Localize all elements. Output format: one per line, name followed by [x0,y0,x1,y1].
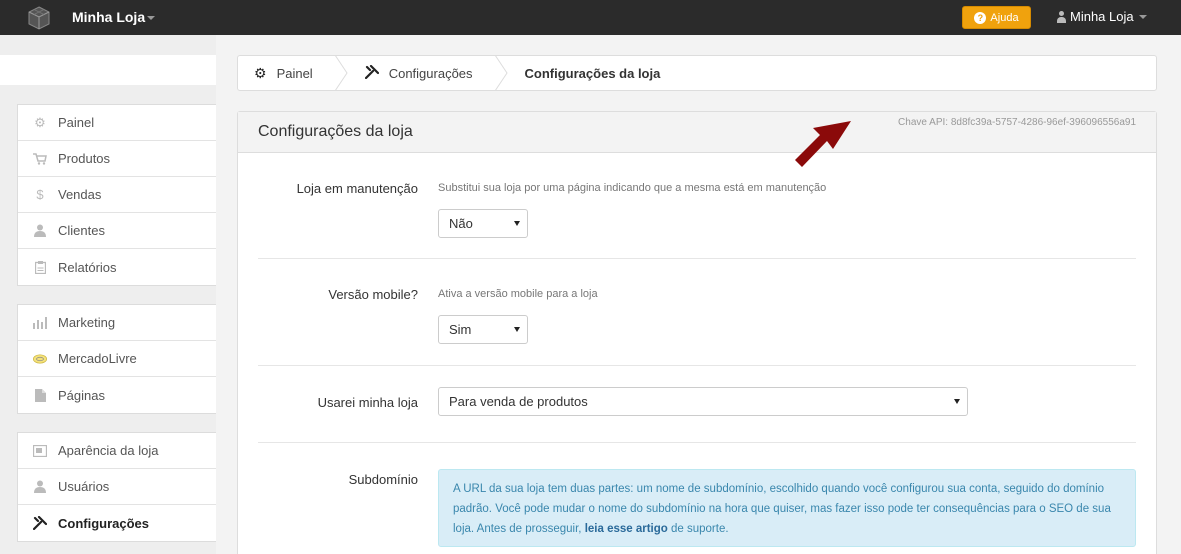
sidebar-item-label: Relatórios [58,259,117,275]
api-key: Chave API: 8d8fc39a-5757-4286-96ef-39609… [898,117,1136,128]
sidebar-item-usuarios[interactable]: Usuários [18,469,216,505]
sidebar-item-label: Clientes [58,223,105,238]
sidebar-item-label: Usuários [58,479,110,494]
support-article-link[interactable]: leia esse artigo [585,523,668,535]
wrench-icon [33,516,47,530]
subdomain-info-box: A URL da sua loja tem duas partes: um no… [438,469,1136,547]
breadcrumb-current: Configurações da loja [509,56,683,90]
user-menu-label: Minha Loja [1070,9,1134,24]
mobile-value: Sim [449,322,472,337]
form-row-usage: Usarei minha loja Para venda de produtos [258,366,1136,443]
mobile-label: Versão mobile? [328,287,418,302]
sidebar-item-mercadolivre[interactable]: MercadoLivre [18,341,216,377]
picture-icon [33,444,47,458]
sidebar-item-clientes[interactable]: Clientes [18,213,216,249]
page-icon [33,388,47,402]
annotation-arrow-icon [795,121,851,167]
subdomain-label: Subdomínio [348,472,418,487]
mercadolivre-icon [33,352,47,366]
cube-logo-icon[interactable] [27,6,51,30]
sidebar-item-aparencia[interactable]: Aparência da loja [18,433,216,469]
sidebar-item-produtos[interactable]: Produtos [18,141,216,177]
breadcrumb-separator [494,56,509,90]
maintenance-help: Substitui sua loja por uma página indica… [438,182,827,194]
breadcrumb-item-painel[interactable]: ⚙ Painel [238,56,335,90]
help-button[interactable]: ? Ajuda [962,6,1031,29]
store-menu[interactable]: Minha Loja [72,9,156,25]
chevron-down-icon [1138,14,1147,19]
sidebar-item-label: Marketing [58,315,116,330]
sidebar-item-marketing[interactable]: Marketing [18,305,216,341]
breadcrumb-separator [334,56,349,90]
maintenance-value: Não [449,216,473,231]
dollar-icon: $ [36,187,44,202]
maintenance-select[interactable]: Não [438,209,528,238]
user-icon [33,480,47,494]
sidebar-item-label: Aparência da loja [58,443,159,458]
wrench-icon [364,64,379,82]
sidebar-item-label: Painel [58,115,95,130]
chevron-down-icon [514,221,520,226]
clipboard-icon [33,260,47,274]
bar-chart-icon [33,316,47,330]
main-content: ⚙ Painel Configurações Configurações da … [216,35,1181,554]
sidebar-item-label: Produtos [58,151,111,166]
breadcrumb: ⚙ Painel Configurações Configurações da … [237,55,1157,91]
maintenance-label: Loja em manutenção [296,181,418,196]
sidebar-item-label: Vendas [58,187,102,202]
sidebar-item-relatorios[interactable]: Relatórios [18,249,216,285]
sidebar-group-settings: Aparência da loja Usuários Configurações [17,432,216,542]
breadcrumb-label: Configurações da loja [524,65,661,81]
question-icon: ? [974,11,987,24]
sidebar-item-label: Páginas [58,387,105,403]
user-icon [1056,10,1067,23]
chevron-down-icon [954,399,960,404]
subdomain-info-text: A URL da sua loja tem duas partes: um no… [453,483,1111,535]
sidebar-group-marketing: Marketing MercadoLivre Páginas [17,304,216,414]
user-menu[interactable]: Minha Loja [1056,9,1147,24]
form-row-mobile: Versão mobile? Ativa a versão mobile par… [258,259,1136,366]
user-icon [33,224,47,238]
breadcrumb-label: Painel [276,65,313,81]
sidebar-item-painel[interactable]: ⚙ Painel [18,105,216,141]
breadcrumb-item-configuracoes[interactable]: Configurações [349,56,495,90]
sidebar-item-label: Configurações [58,515,150,531]
gear-icon: ⚙ [254,64,267,81]
usage-value: Para venda de produtos [449,394,588,409]
sidebar-header [0,55,216,85]
help-label: Ajuda [990,11,1019,24]
usage-label: Usarei minha loja [317,395,418,410]
page-title: Configurações da loja [258,123,413,140]
sidebar-item-configuracoes[interactable]: Configurações [18,505,216,541]
sidebar-item-label: MercadoLivre [58,351,137,366]
subdomain-info-suffix: de suporte. [667,523,729,535]
form-row-subdomain: Subdomínio A URL da sua loja tem duas pa… [258,469,1136,554]
panel-header: Configurações da loja Chave API: 8d8fc39… [238,112,1156,167]
sidebar-item-paginas[interactable]: Páginas [18,377,216,413]
usage-select[interactable]: Para venda de produtos [438,387,968,416]
settings-panel: Configurações da loja Chave API: 8d8fc39… [237,111,1157,554]
form-row-maintenance: Loja em manutenção Substitui sua loja po… [258,171,1136,259]
breadcrumb-label: Configurações [388,65,473,81]
sidebar-group-main: ⚙ Painel Produtos $ Vendas Clientes Rela… [17,104,216,286]
mobile-select[interactable]: Sim [438,315,528,344]
sidebar: ⚙ Painel Produtos $ Vendas Clientes Rela… [0,35,216,554]
sidebar-item-vendas[interactable]: $ Vendas [18,177,216,213]
top-navbar: Minha Loja ? Ajuda Minha Loja [0,0,1181,35]
cart-icon [33,152,47,166]
mobile-help: Ativa a versão mobile para a loja [438,288,598,300]
gear-icon: ⚙ [34,114,46,130]
store-name: Minha Loja [72,9,146,25]
chevron-down-icon [147,16,156,21]
chevron-down-icon [514,327,520,332]
